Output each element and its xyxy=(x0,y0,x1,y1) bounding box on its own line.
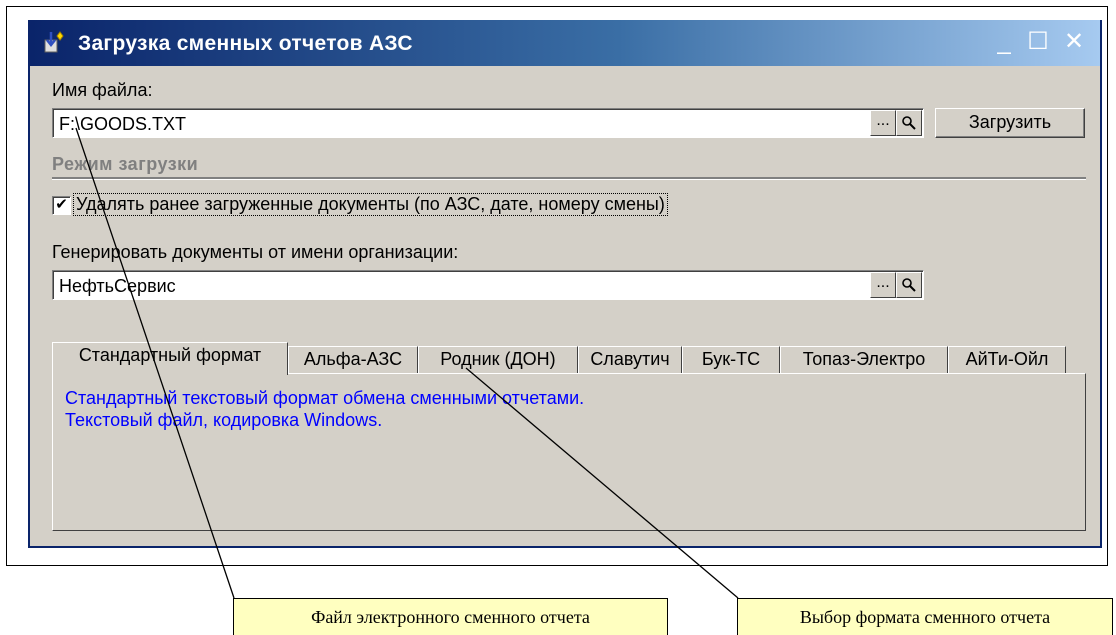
tab-aiti-oil[interactable]: АйТи-Ойл xyxy=(948,346,1066,374)
load-button[interactable]: Загрузить xyxy=(935,108,1085,138)
format-description-line1: Стандартный текстовый формат обмена смен… xyxy=(65,388,585,408)
file-browse-button[interactable]: ... xyxy=(870,110,896,136)
tab-slavutich[interactable]: Славутич xyxy=(578,346,682,374)
delete-previous-label[interactable]: Удалять ранее загруженные документы (по … xyxy=(73,193,668,216)
callout-file: Файл электронного сменного отчета xyxy=(233,598,668,635)
organization-label: Генерировать документы от имени организа… xyxy=(52,242,459,262)
load-mode-section-title: Режим загрузки xyxy=(52,154,199,174)
section-divider xyxy=(52,177,1086,180)
tab-buk-ts[interactable]: Бук-ТС xyxy=(682,346,780,374)
window-title: Загрузка сменных отчетов АЗС xyxy=(78,32,413,55)
delete-previous-checkbox[interactable]: ✔ xyxy=(52,196,71,215)
format-description-line2: Текстовый файл, кодировка Windows. xyxy=(65,410,383,430)
close-button[interactable]: ✕ xyxy=(1060,28,1088,56)
file-open-button[interactable] xyxy=(896,110,922,136)
organization-input[interactable]: НефтьСервис ... xyxy=(52,270,924,300)
organization-value: НефтьСервис xyxy=(59,276,176,296)
tab-panel: Стандартный текстовый формат обмена смен… xyxy=(52,373,1086,531)
file-name-label: Имя файла: xyxy=(52,80,153,100)
minimize-button[interactable]: _ xyxy=(990,28,1018,56)
organization-browse-button[interactable]: ... xyxy=(870,272,896,298)
tab-alfa-azs[interactable]: Альфа-АЗС xyxy=(288,346,418,374)
title-bar[interactable]: Загрузка сменных отчетов АЗС _ ☐ ✕ xyxy=(30,20,1100,66)
tab-rodnik-don[interactable]: Родник (ДОН) xyxy=(418,346,578,374)
magnifier-icon xyxy=(902,116,916,130)
file-name-value: F:\GOODS.TXT xyxy=(59,114,187,134)
app-icon xyxy=(44,31,64,53)
callout-format: Выбор формата сменного отчета xyxy=(737,598,1113,635)
tab-topaz-elektro[interactable]: Топаз-Электро xyxy=(780,346,948,374)
dialog-window: Загрузка сменных отчетов АЗС _ ☐ ✕ Имя ф… xyxy=(28,20,1102,548)
file-name-input[interactable]: F:\GOODS.TXT ... xyxy=(52,108,924,138)
organization-open-button[interactable] xyxy=(896,272,922,298)
magnifier-icon xyxy=(902,278,916,292)
tab-standard-format[interactable]: Стандартный формат xyxy=(52,342,288,375)
maximize-button[interactable]: ☐ xyxy=(1024,28,1052,56)
